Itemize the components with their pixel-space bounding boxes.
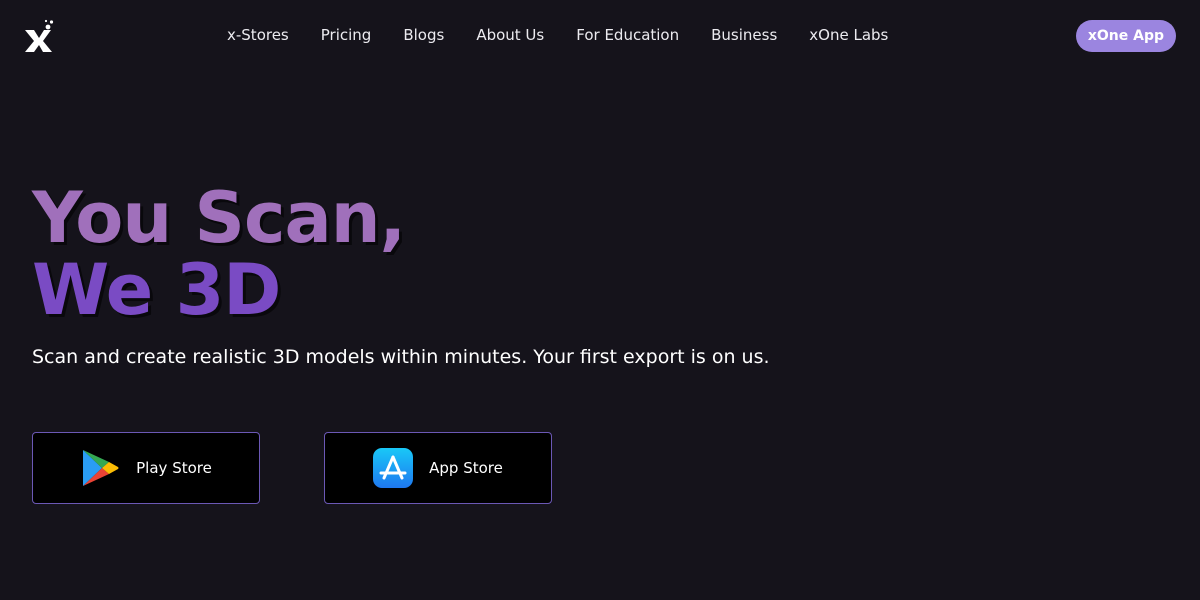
google-play-icon bbox=[80, 448, 136, 488]
app-store-label: App Store bbox=[429, 459, 503, 477]
hero-title-line-1: You Scan, bbox=[32, 177, 406, 259]
nav-item-for-education[interactable]: For Education bbox=[576, 25, 679, 45]
hero-title: You Scan, We 3D bbox=[32, 177, 406, 331]
page: x-Stores Pricing Blogs About Us For Educ… bbox=[0, 0, 1200, 600]
nav-item-x-stores[interactable]: x-Stores bbox=[227, 25, 289, 45]
nav-item-pricing[interactable]: Pricing bbox=[321, 25, 372, 45]
app-store-icon bbox=[373, 448, 429, 488]
nav-item-xone-labs[interactable]: xOne Labs bbox=[809, 25, 888, 45]
xone-app-button[interactable]: xOne App bbox=[1075, 20, 1176, 52]
nav-item-blogs[interactable]: Blogs bbox=[403, 25, 444, 45]
xone-logo-icon[interactable] bbox=[22, 18, 56, 54]
hero-subtitle: Scan and create realistic 3D models with… bbox=[32, 346, 770, 368]
hero-title-line-2: We 3D bbox=[32, 249, 281, 331]
nav-item-about-us[interactable]: About Us bbox=[476, 25, 544, 45]
nav-item-business[interactable]: Business bbox=[711, 25, 777, 45]
play-store-button[interactable]: Play Store bbox=[32, 432, 260, 504]
main-nav: x-Stores Pricing Blogs About Us For Educ… bbox=[227, 25, 888, 45]
play-store-label: Play Store bbox=[136, 459, 212, 477]
app-store-button[interactable]: App Store bbox=[324, 432, 552, 504]
